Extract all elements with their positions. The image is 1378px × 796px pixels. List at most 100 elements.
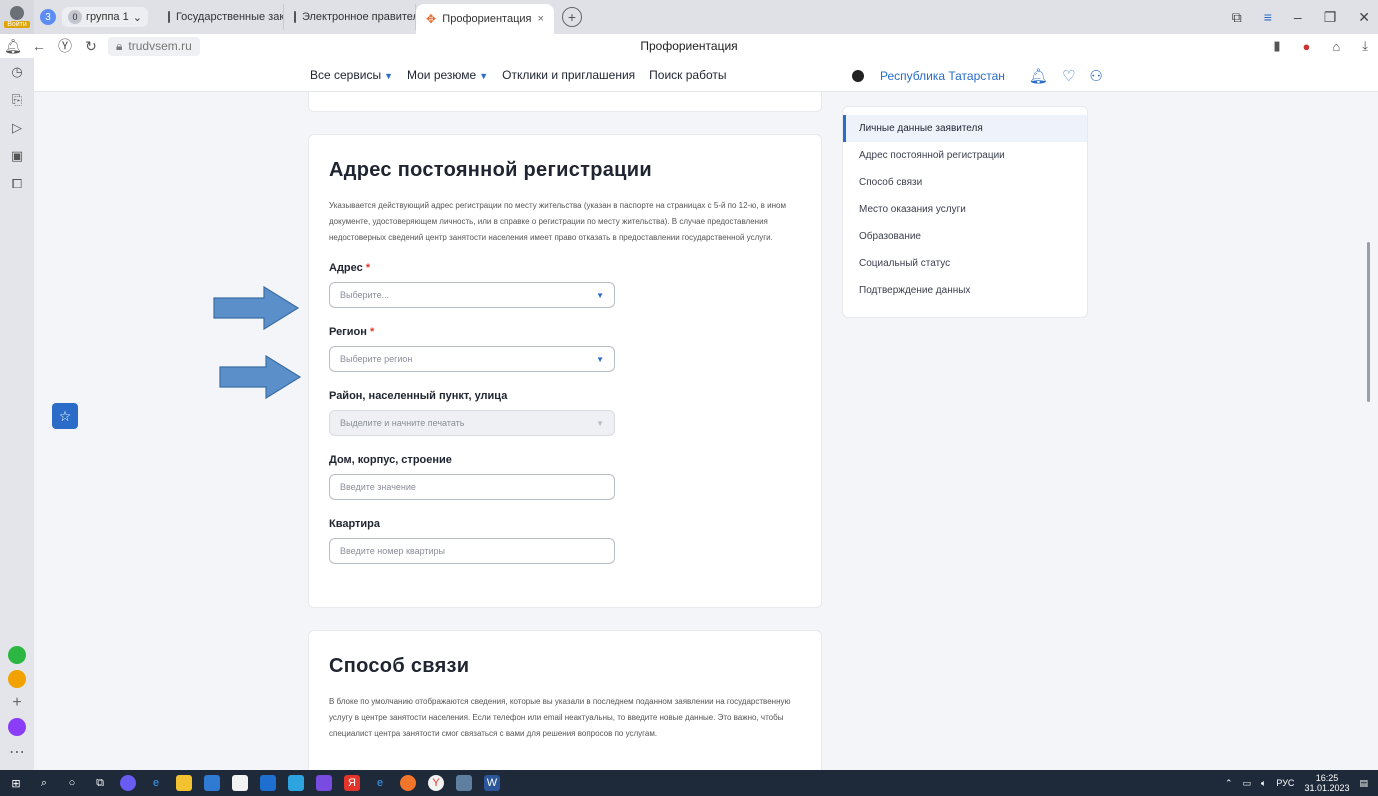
- reload-icon[interactable]: ↻: [78, 38, 104, 55]
- edge-icon[interactable]: e: [372, 775, 388, 791]
- extension-icon[interactable]: ●: [1303, 39, 1311, 54]
- clock[interactable]: 16:25 31.01.2023: [1304, 773, 1349, 793]
- sidebar-apps: + ⋯: [0, 646, 34, 762]
- windows-taskbar: ⊞ ⌕ ○ ⧉ e Я e Y W ⌃ ▭ 🔈︎ РУС 16:25 31.01…: [0, 770, 1378, 796]
- page-scrollbar[interactable]: [1367, 242, 1370, 402]
- tab-egov[interactable]: Электронное правительс: [284, 4, 416, 30]
- bookmark-icon[interactable]: ▮: [1273, 38, 1280, 54]
- user-icon[interactable]: ⚇: [1089, 67, 1102, 85]
- alice-taskbar-icon[interactable]: [120, 775, 136, 791]
- nav-responses[interactable]: Отклики и приглашения: [502, 68, 635, 82]
- bell-icon[interactable]: 🔔︎: [0, 38, 26, 55]
- minimize-icon[interactable]: –: [1294, 9, 1302, 25]
- chevron-down-icon: ▼: [596, 290, 604, 300]
- tab-proforientation[interactable]: ✥ Профориентация ×: [415, 4, 554, 34]
- field-label: Квартира: [329, 518, 381, 530]
- collections-icon[interactable]: ⧉: [1232, 9, 1242, 26]
- tab-goszakupki[interactable]: Государственные закупки: [158, 4, 284, 30]
- close-window-icon[interactable]: ✕: [1358, 9, 1370, 26]
- back-icon[interactable]: ←: [26, 38, 52, 54]
- network-icon[interactable]: ▭: [1242, 778, 1251, 789]
- restore-icon[interactable]: ❐: [1324, 9, 1337, 26]
- app4-icon[interactable]: [456, 775, 472, 791]
- side-menu-item-contact[interactable]: Способ связи: [843, 169, 1087, 196]
- mail-taskbar-icon[interactable]: [260, 775, 276, 791]
- nav-all-services[interactable]: Все сервисы ▼: [310, 68, 393, 82]
- field-label-text: Регион: [329, 326, 367, 338]
- tab-label: Электронное правительс: [301, 11, 415, 23]
- tab-group[interactable]: 0 группа 1 ⌄: [62, 7, 148, 27]
- profile-button[interactable]: Войти: [0, 0, 34, 34]
- play-icon[interactable]: ▷: [0, 114, 34, 142]
- input-placeholder: Введите номер квартиры: [340, 546, 446, 556]
- close-tab-icon[interactable]: ×: [538, 13, 544, 25]
- history-icon[interactable]: ◷: [0, 58, 34, 86]
- nav-job-search[interactable]: Поиск работы: [649, 68, 726, 82]
- download-icon[interactable]: ⤓: [1362, 38, 1368, 54]
- windows-start-icon[interactable]: ⊞: [8, 775, 24, 791]
- region-selector[interactable]: Республика Татарстан: [880, 69, 1005, 83]
- store-icon[interactable]: [232, 775, 248, 791]
- word-icon[interactable]: W: [484, 775, 500, 791]
- apartment-input[interactable]: Введите номер квартиры: [329, 538, 615, 564]
- region-select[interactable]: Выберите регион ▼: [329, 346, 615, 372]
- side-menu-item-service-place[interactable]: Место оказания услуги: [843, 196, 1087, 223]
- tab-group-label: группа 1: [86, 11, 129, 23]
- search-icon[interactable]: ⌕: [36, 775, 52, 791]
- whatsapp-icon[interactable]: [8, 646, 26, 664]
- chevron-down-icon: ⌄: [132, 11, 142, 24]
- header-icons: 🔔︎ ♡ ⚇: [1029, 67, 1103, 85]
- alice-icon[interactable]: [8, 718, 26, 736]
- explorer-icon[interactable]: [176, 775, 192, 791]
- header-right: Республика Татарстан 🔔︎ ♡ ⚇: [852, 67, 1103, 85]
- site-favicon-icon: ✥: [425, 12, 436, 26]
- previous-section-card: [308, 92, 822, 112]
- app2-icon[interactable]: [288, 775, 304, 791]
- contact-section: Способ связи В блоке по умолчанию отобра…: [308, 630, 822, 770]
- screenshot-icon[interactable]: ⧠: [0, 170, 34, 198]
- heart-icon[interactable]: ♡: [1062, 67, 1075, 85]
- chevron-up-icon[interactable]: ⌃: [1225, 778, 1233, 789]
- chevron-down-icon: ▼: [479, 71, 489, 81]
- field-label: Адрес *: [329, 262, 801, 274]
- side-menu-item-social-status[interactable]: Социальный статус: [843, 250, 1087, 277]
- app3-icon[interactable]: [316, 775, 332, 791]
- url-field[interactable]: 🔒︎ trudvsem.ru: [108, 36, 200, 56]
- volume-icon[interactable]: 🔈︎: [1261, 778, 1266, 789]
- side-menu-item-education[interactable]: Образование: [843, 223, 1087, 250]
- add-panel-icon[interactable]: +: [12, 694, 21, 712]
- cortana-icon[interactable]: ○: [64, 775, 80, 791]
- site-nav: Все сервисы ▼ Мои резюме ▼ Отклики и пригл…: [310, 68, 727, 82]
- url-text: trudvsem.ru: [128, 39, 192, 53]
- yandex-browser-icon[interactable]: Y: [428, 775, 444, 791]
- firefox-icon[interactable]: [400, 775, 416, 791]
- house-input[interactable]: Введите значение: [329, 474, 615, 500]
- mail-icon[interactable]: [8, 670, 26, 688]
- more-icon[interactable]: ⋯: [9, 742, 25, 762]
- bell-icon[interactable]: 🔔︎: [1029, 67, 1048, 85]
- side-menu-item-address[interactable]: Адрес постоянной регистрации: [843, 142, 1087, 169]
- star-icon: ☆: [58, 407, 72, 424]
- address-select[interactable]: Выберите... ▼: [329, 282, 615, 308]
- copy-icon[interactable]: ⎘: [0, 86, 34, 114]
- ie-icon[interactable]: e: [148, 775, 164, 791]
- task-view-icon[interactable]: ⧉: [92, 775, 108, 791]
- eye-icon[interactable]: [852, 70, 864, 82]
- tab-count[interactable]: 3 0 группа 1 ⌄: [40, 7, 148, 27]
- lock-icon: 🔒︎: [116, 38, 123, 53]
- nav-my-resumes[interactable]: Мои резюме ▼: [407, 68, 488, 82]
- yandex-icon[interactable]: Ⓨ: [52, 36, 78, 56]
- new-tab-button[interactable]: +: [561, 7, 582, 27]
- notification-center-icon[interactable]: ▤: [1359, 778, 1368, 789]
- document-icon: [167, 11, 170, 23]
- favorite-star-button[interactable]: ☆: [52, 403, 78, 429]
- side-menu-item-confirmation[interactable]: Подтверждение данных: [843, 277, 1087, 304]
- yandex-taskbar-icon[interactable]: Я: [344, 775, 360, 791]
- calendar-icon[interactable]: ▣: [0, 142, 34, 170]
- language-indicator[interactable]: РУС: [1276, 778, 1294, 788]
- notifications-icon[interactable]: ≡: [1264, 9, 1272, 25]
- app-icon[interactable]: [204, 775, 220, 791]
- reader-icon[interactable]: ⌂: [1332, 39, 1340, 54]
- side-menu-item-personal[interactable]: Личные данные заявителя: [843, 115, 1087, 142]
- street-select[interactable]: Выделите и начните печатать ▼: [329, 410, 615, 436]
